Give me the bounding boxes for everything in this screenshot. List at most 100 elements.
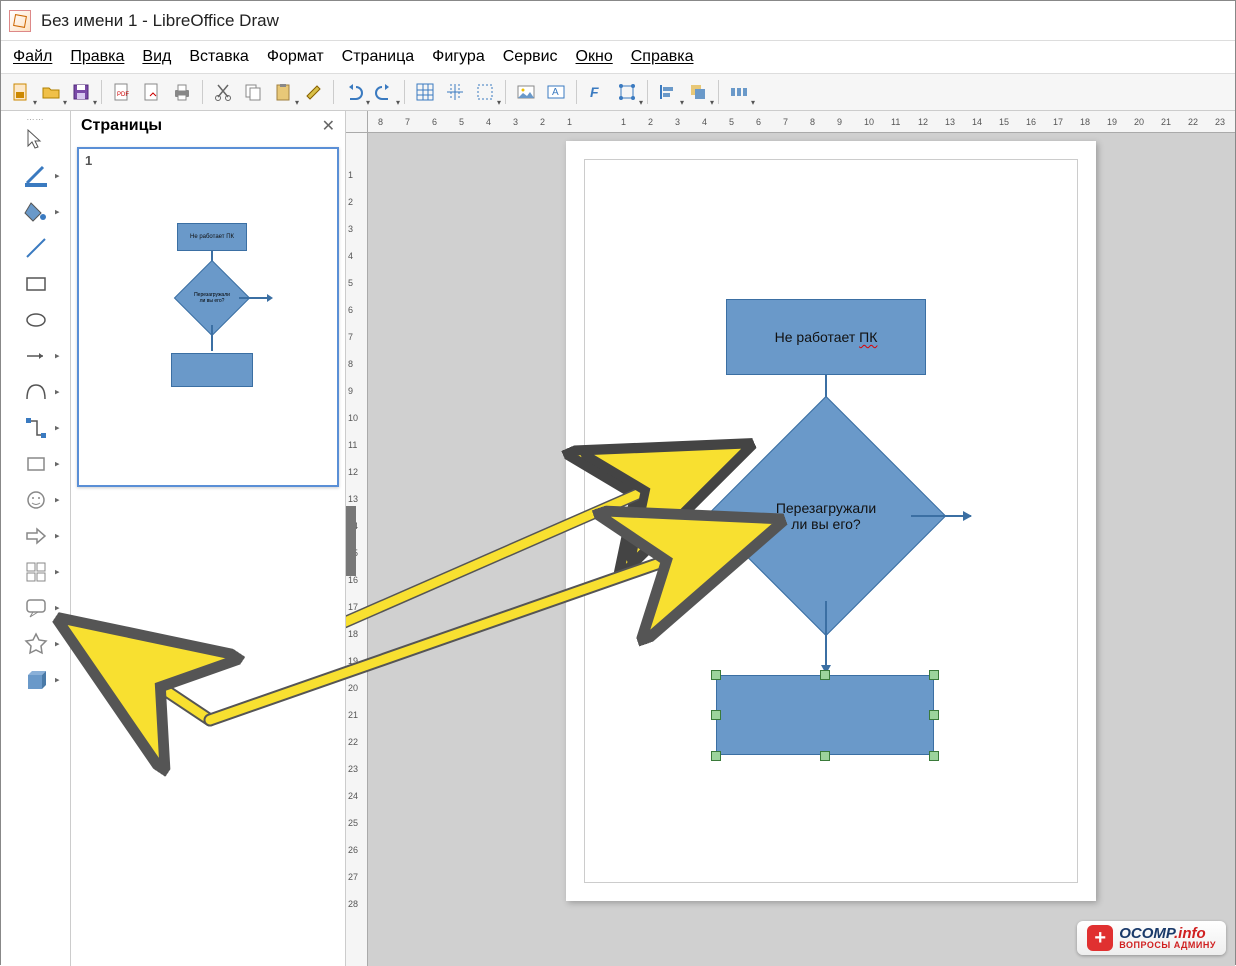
select-tool[interactable] — [8, 123, 64, 157]
connector-tool[interactable]: ▸ — [8, 411, 64, 445]
ruler-tick: 23 — [348, 764, 358, 774]
pages-panel-header: Страницы ✕ — [71, 111, 345, 141]
clone-format-button[interactable] — [299, 78, 327, 106]
export-button[interactable] — [138, 78, 166, 106]
flowchart-arrow-right[interactable] — [911, 515, 971, 517]
close-pages-panel-icon[interactable]: ✕ — [322, 116, 335, 136]
ruler-tick: 23 — [1215, 117, 1225, 127]
ruler-tick: 14 — [972, 117, 982, 127]
line-tool[interactable] — [8, 231, 64, 265]
text-box-button[interactable]: A — [542, 78, 570, 106]
distribute-button[interactable] — [725, 78, 753, 106]
stars-tool[interactable]: ▸ — [8, 627, 64, 661]
ruler-tick: 15 — [999, 117, 1009, 127]
guides-button[interactable] — [471, 78, 499, 106]
redo-button[interactable] — [370, 78, 398, 106]
flowchart-arrow-2[interactable] — [825, 601, 827, 673]
menu-tools[interactable]: Сервис — [503, 48, 558, 66]
ruler-tick: 11 — [348, 440, 357, 450]
ruler-collapse-handle[interactable] — [346, 506, 356, 576]
canvas-area[interactable]: 8765432112345678910111213141516171819202… — [346, 111, 1235, 966]
ruler-tick: 28 — [348, 899, 358, 909]
ruler-tick: 1 — [348, 170, 353, 180]
3d-tool[interactable]: ▸ — [8, 663, 64, 697]
ruler-tick: 21 — [1161, 117, 1171, 127]
separator — [718, 80, 719, 104]
menu-help[interactable]: Справка — [631, 48, 694, 66]
fontwork-button[interactable]: F — [583, 78, 611, 106]
menu-shape[interactable]: Фигура — [432, 48, 485, 66]
ruler-tick: 27 — [348, 872, 358, 882]
copy-button[interactable] — [239, 78, 267, 106]
menu-file[interactable]: Файл — [13, 48, 52, 66]
app-icon — [9, 10, 31, 32]
selection-handle[interactable] — [711, 710, 721, 720]
ruler-tick: 24 — [348, 791, 358, 801]
open-button[interactable] — [37, 78, 65, 106]
print-button[interactable] — [168, 78, 196, 106]
menu-window[interactable]: Окно — [576, 48, 613, 66]
ruler-tick: 8 — [348, 359, 353, 369]
ruler-tick: 9 — [837, 117, 842, 127]
menu-page[interactable]: Страница — [342, 48, 415, 66]
grid-button[interactable] — [411, 78, 439, 106]
menu-insert[interactable]: Вставка — [189, 48, 248, 66]
selection-handle[interactable] — [929, 751, 939, 761]
undo-button[interactable] — [340, 78, 368, 106]
transform-button[interactable] — [613, 78, 641, 106]
export-pdf-button[interactable]: PDF — [108, 78, 136, 106]
thumb-box1: Не работает ПК — [177, 223, 247, 251]
ruler-tick: 18 — [348, 629, 358, 639]
ruler-tick: 13 — [348, 494, 358, 504]
ruler-tick: 1 — [621, 117, 626, 127]
save-button[interactable] — [67, 78, 95, 106]
page-thumbnail-1[interactable]: 1 Не работает ПК Перезагружали ли вы его… — [77, 147, 339, 487]
arrow-line-tool[interactable]: ▸ — [8, 339, 64, 373]
horizontal-ruler[interactable]: 8765432112345678910111213141516171819202… — [368, 111, 1235, 133]
symbol-shapes-tool[interactable]: ▸ — [8, 483, 64, 517]
ruler-tick: 26 — [348, 845, 358, 855]
fill-tool[interactable]: ▸ — [8, 195, 64, 229]
insert-image-button[interactable] — [512, 78, 540, 106]
line-color-tool[interactable]: ▸ — [8, 159, 64, 193]
selection-handle[interactable] — [711, 751, 721, 761]
menu-format[interactable]: Формат — [267, 48, 324, 66]
ruler-tick: 11 — [891, 117, 900, 127]
menu-view[interactable]: Вид — [142, 48, 171, 66]
flowchart-box-2[interactable] — [716, 675, 934, 755]
titlebar: Без имени 1 - LibreOffice Draw — [1, 1, 1235, 41]
ruler-tick: 6 — [348, 305, 353, 315]
selection-handle[interactable] — [929, 670, 939, 680]
selection-handle[interactable] — [711, 670, 721, 680]
watermark-plus-icon: + — [1087, 925, 1113, 951]
arrange-button[interactable] — [684, 78, 712, 106]
new-doc-button[interactable] — [7, 78, 35, 106]
basic-shapes-tool[interactable]: ▸ — [8, 447, 64, 481]
block-arrows-tool[interactable]: ▸ — [8, 519, 64, 553]
pages-panel-title: Страницы — [81, 117, 162, 135]
selection-handle[interactable] — [929, 710, 939, 720]
ruler-tick: 20 — [348, 683, 358, 693]
menu-edit[interactable]: Правка — [70, 48, 124, 66]
selection-handle[interactable] — [820, 751, 830, 761]
palette-handle[interactable]: ⋯⋯ — [16, 115, 56, 121]
flowchart-box-1[interactable]: Не работает ПК — [726, 299, 926, 375]
curve-tool[interactable]: ▸ — [8, 375, 64, 409]
flowchart-diamond[interactable]: Перезагружали ли вы его? — [741, 431, 911, 601]
ruler-tick: 20 — [1134, 117, 1144, 127]
selection-handle[interactable] — [820, 670, 830, 680]
paste-button[interactable] — [269, 78, 297, 106]
menubar: Файл Правка Вид Вставка Формат Страница … — [1, 41, 1235, 73]
ruler-tick: 22 — [348, 737, 358, 747]
ruler-tick: 2 — [648, 117, 653, 127]
page-canvas[interactable]: Не работает ПК Перезагружали ли вы его? — [566, 141, 1096, 901]
cut-button[interactable] — [209, 78, 237, 106]
flowchart-tool[interactable]: ▸ — [8, 555, 64, 589]
rectangle-tool[interactable] — [8, 267, 64, 301]
svg-text:A: A — [552, 87, 559, 98]
ellipse-tool[interactable] — [8, 303, 64, 337]
separator — [101, 80, 102, 104]
callout-tool[interactable]: ▸ — [8, 591, 64, 625]
align-button[interactable] — [654, 78, 682, 106]
snap-button[interactable] — [441, 78, 469, 106]
